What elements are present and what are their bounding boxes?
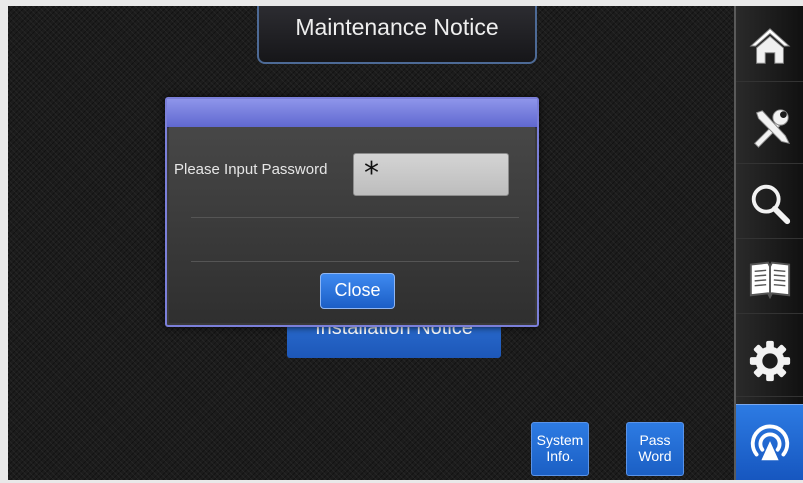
tools-icon bbox=[753, 109, 790, 148]
book-icon bbox=[749, 261, 790, 300]
wireless-icon bbox=[750, 424, 789, 461]
sidebar-item-tools[interactable] bbox=[736, 93, 803, 164]
sidebar-item-search[interactable] bbox=[736, 168, 803, 239]
home-icon bbox=[749, 28, 790, 64]
password-input[interactable]: * bbox=[353, 153, 509, 196]
password-label-line2: Word bbox=[638, 448, 672, 464]
system-info-label-line2: Info. bbox=[546, 448, 574, 464]
sidebar-item-home[interactable] bbox=[736, 11, 803, 82]
title-tab: Maintenance Notice bbox=[257, 6, 537, 64]
sidebar-item-manual[interactable] bbox=[736, 243, 803, 314]
dialog-body: Please Input Password * Close bbox=[169, 127, 535, 323]
password-prompt: Please Input Password bbox=[174, 161, 328, 178]
dialog-divider bbox=[191, 261, 519, 262]
search-icon bbox=[751, 184, 790, 225]
gear-icon bbox=[749, 340, 790, 382]
page-title: Maintenance Notice bbox=[295, 14, 499, 40]
dialog-title-bar bbox=[167, 99, 537, 128]
sidebar-item-settings[interactable] bbox=[736, 326, 803, 397]
password-dialog: Please Input Password * Close bbox=[165, 97, 539, 327]
close-button[interactable]: Close bbox=[320, 273, 395, 309]
password-label-line1: Pass bbox=[639, 432, 671, 448]
sidebar-item-wireless[interactable] bbox=[736, 404, 803, 480]
system-info-button[interactable]: System Info. bbox=[531, 422, 589, 476]
sidebar bbox=[734, 6, 803, 480]
password-button[interactable]: Pass Word bbox=[626, 422, 684, 476]
screen: Maintenance Notice Installation Notice S… bbox=[8, 6, 803, 480]
dialog-divider bbox=[191, 217, 519, 218]
system-info-label-line1: System bbox=[536, 432, 584, 448]
